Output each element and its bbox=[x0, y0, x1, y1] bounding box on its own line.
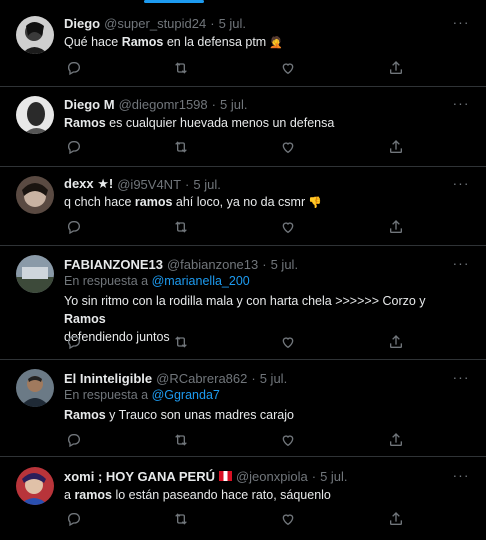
timestamp[interactable]: 5 jul. bbox=[219, 16, 246, 31]
tweet[interactable]: Diego M @diegomr1598 · 5 jul. ··· Ramos … bbox=[0, 87, 486, 167]
timestamp[interactable]: 5 jul. bbox=[271, 257, 298, 272]
timestamp[interactable]: 5 jul. bbox=[260, 371, 287, 386]
tweet-header: dexx ★! @i95V4NT · 5 jul. bbox=[64, 175, 221, 193]
separator: · bbox=[251, 370, 256, 386]
tweet[interactable]: dexx ★! @i95V4NT · 5 jul. ··· q chch hac… bbox=[0, 167, 486, 246]
retweet-icon[interactable] bbox=[171, 137, 191, 157]
timestamp[interactable]: 5 jul. bbox=[220, 97, 247, 112]
tweet-header: xomi ; HOY GANA PERÚ @jeonxpiola · 5 jul… bbox=[64, 467, 348, 485]
highlight-keyword: Ramos bbox=[64, 116, 106, 130]
avatar-xomi-icon[interactable] bbox=[16, 467, 54, 505]
display-name[interactable]: Diego M bbox=[64, 97, 115, 112]
like-icon[interactable] bbox=[278, 58, 298, 78]
handle[interactable]: @i95V4NT bbox=[117, 177, 181, 192]
peru-flag-icon bbox=[218, 471, 232, 481]
tweet-text: Qué hace Ramos en la defensa ptm 🤦 bbox=[64, 33, 464, 52]
separator: · bbox=[262, 256, 267, 272]
tweet-text: Ramos y Trauco son unas madres carajo bbox=[64, 408, 294, 422]
tweet-actions bbox=[60, 332, 420, 352]
tweet-header: El Ininteligible @RCabrera862 · 5 jul. bbox=[64, 369, 287, 387]
avatar-dexx-icon[interactable] bbox=[16, 176, 54, 214]
tweet-text: Ramos es cualquier huevada menos un defe… bbox=[64, 116, 335, 130]
tweet-actions bbox=[60, 137, 420, 157]
tweet-actions bbox=[60, 430, 420, 450]
tweet[interactable]: FABIANZONE13 @fabianzone13 · 5 jul. ··· … bbox=[0, 246, 486, 360]
reply-mention-link[interactable]: @Ggranda7 bbox=[152, 388, 220, 402]
more-options-icon[interactable]: ··· bbox=[452, 370, 470, 389]
reply-context: En respuesta a @marianella_200 bbox=[64, 274, 250, 288]
avatar-diego-icon[interactable] bbox=[16, 16, 54, 54]
tweet-actions bbox=[60, 509, 420, 529]
share-icon[interactable] bbox=[386, 430, 406, 450]
highlight-keyword: ramos bbox=[74, 488, 112, 502]
reply-icon[interactable] bbox=[64, 332, 84, 352]
share-icon[interactable] bbox=[386, 137, 406, 157]
reply-icon[interactable] bbox=[64, 217, 84, 237]
tweet-header: Diego M @diegomr1598 · 5 jul. bbox=[64, 95, 247, 113]
share-icon[interactable] bbox=[386, 509, 406, 529]
more-options-icon[interactable]: ··· bbox=[452, 96, 470, 115]
like-icon[interactable] bbox=[278, 430, 298, 450]
share-icon[interactable] bbox=[386, 217, 406, 237]
tweet-header: FABIANZONE13 @fabianzone13 · 5 jul. bbox=[64, 255, 298, 273]
tweet-text: q chch hace ramos ahí loco, ya no da csm… bbox=[64, 193, 464, 212]
reply-mention-link[interactable]: @marianella_200 bbox=[152, 274, 250, 288]
timestamp[interactable]: 5 jul. bbox=[193, 177, 220, 192]
active-tab-indicator bbox=[144, 0, 204, 3]
display-name[interactable]: dexx ★! bbox=[64, 176, 113, 192]
reply-icon[interactable] bbox=[64, 58, 84, 78]
handle[interactable]: @fabianzone13 bbox=[167, 257, 258, 272]
like-icon[interactable] bbox=[278, 509, 298, 529]
facepalm-emoji-icon: 🤦 bbox=[269, 37, 283, 49]
separator: · bbox=[311, 468, 317, 484]
retweet-icon[interactable] bbox=[171, 217, 191, 237]
share-icon[interactable] bbox=[386, 332, 406, 352]
separator: · bbox=[211, 96, 216, 112]
like-icon[interactable] bbox=[278, 217, 298, 237]
thumbs-down-emoji-icon: 👎 bbox=[308, 197, 322, 209]
highlight-keyword: Ramos bbox=[64, 408, 106, 422]
retweet-icon[interactable] bbox=[171, 58, 191, 78]
more-options-icon[interactable]: ··· bbox=[452, 468, 470, 487]
retweet-icon[interactable] bbox=[171, 332, 191, 352]
tweet-actions bbox=[60, 58, 420, 78]
highlight-keyword: ramos bbox=[134, 195, 173, 209]
tweet[interactable]: El Ininteligible @RCabrera862 · 5 jul. ·… bbox=[0, 360, 486, 457]
highlight-keyword: Ramos bbox=[64, 312, 106, 326]
retweet-icon[interactable] bbox=[171, 509, 191, 529]
display-name[interactable]: El Ininteligible bbox=[64, 371, 152, 386]
separator: · bbox=[210, 15, 215, 31]
separator: · bbox=[185, 176, 190, 192]
avatar-fabianzone-icon[interactable] bbox=[16, 255, 54, 293]
like-icon[interactable] bbox=[278, 332, 298, 352]
retweet-icon[interactable] bbox=[171, 430, 191, 450]
avatar-ininteligible-icon[interactable] bbox=[16, 369, 54, 407]
display-name[interactable]: FABIANZONE13 bbox=[64, 257, 163, 272]
share-icon[interactable] bbox=[386, 58, 406, 78]
more-options-icon[interactable]: ··· bbox=[452, 15, 470, 34]
avatar-diego-m-icon[interactable] bbox=[16, 96, 54, 134]
timestamp[interactable]: 5 jul. bbox=[320, 469, 347, 484]
tweet[interactable]: xomi ; HOY GANA PERÚ @jeonxpiola · 5 jul… bbox=[0, 457, 486, 540]
handle[interactable]: @super_stupid24 bbox=[104, 16, 206, 31]
display-name[interactable]: Diego bbox=[64, 16, 100, 31]
reply-icon[interactable] bbox=[64, 137, 84, 157]
highlight-keyword: Ramos bbox=[121, 35, 164, 49]
more-options-icon[interactable]: ··· bbox=[452, 256, 470, 275]
reply-context: En respuesta a @Ggranda7 bbox=[64, 388, 220, 402]
tweet-text: a ramos lo están paseando hace rato, sáq… bbox=[64, 488, 331, 502]
reply-icon[interactable] bbox=[64, 430, 84, 450]
handle[interactable]: @jeonxpiola bbox=[236, 469, 308, 484]
handle[interactable]: @diegomr1598 bbox=[119, 97, 208, 112]
tweet[interactable]: Diego @super_stupid24 · 5 jul. ··· Qué h… bbox=[0, 6, 486, 87]
display-name[interactable]: xomi ; HOY GANA PERÚ bbox=[64, 469, 215, 484]
reply-icon[interactable] bbox=[64, 509, 84, 529]
tweet-actions bbox=[60, 217, 420, 237]
tweet-header: Diego @super_stupid24 · 5 jul. bbox=[64, 14, 246, 32]
like-icon[interactable] bbox=[278, 137, 298, 157]
handle[interactable]: @RCabrera862 bbox=[156, 371, 247, 386]
